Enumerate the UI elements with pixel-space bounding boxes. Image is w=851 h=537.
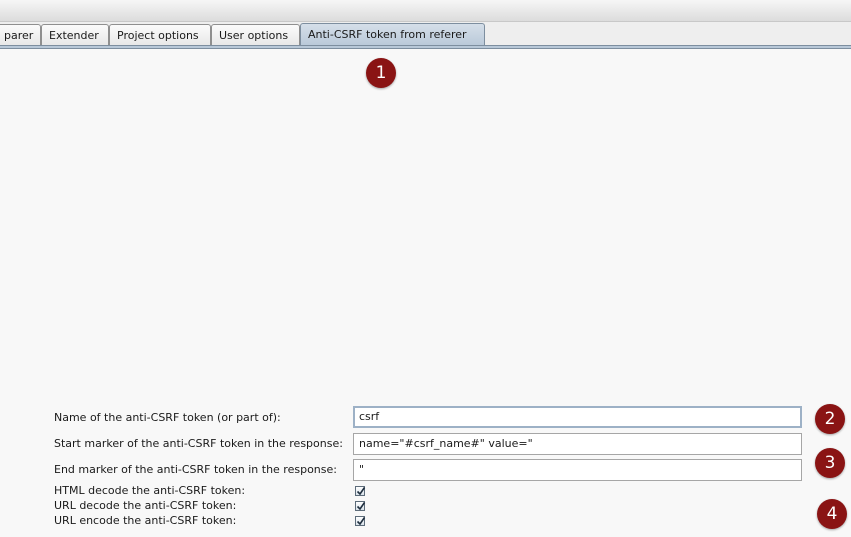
callout-marker-1: 1 (366, 58, 396, 88)
url-encode-label: URL encode the anti-CSRF token: (54, 514, 237, 527)
html-decode-checkbox[interactable] (355, 486, 366, 496)
tab-label: Extender (49, 29, 99, 42)
tab-comparer[interactable]: parer (0, 24, 41, 47)
start-marker-label: Start marker of the anti-CSRF token in t… (54, 437, 343, 450)
url-encode-checkbox[interactable] (355, 516, 366, 526)
tab-content-border (0, 45, 851, 49)
checkmark-icon (356, 517, 366, 526)
checkmark-icon (356, 487, 366, 496)
token-name-label: Name of the anti-CSRF token (or part of)… (54, 411, 281, 424)
window-title-bar (0, 0, 851, 22)
token-name-field[interactable]: csrf (353, 406, 802, 428)
tab-anti-csrf-token-from-referer[interactable]: Anti-CSRF token from referer (300, 23, 485, 47)
callout-marker-3: 3 (815, 448, 845, 478)
html-decode-label: HTML decode the anti-CSRF token: (54, 484, 246, 497)
start-marker-field[interactable]: name="#csrf_name#" value=" (353, 433, 802, 455)
end-marker-label: End marker of the anti-CSRF token in the… (54, 463, 337, 476)
callout-marker-4: 4 (817, 499, 847, 529)
url-decode-checkbox[interactable] (355, 501, 366, 511)
end-marker-field[interactable]: " (353, 459, 802, 481)
url-decode-label: URL decode the anti-CSRF token: (54, 499, 237, 512)
checkmark-icon (356, 502, 366, 511)
tab-label: User options (219, 29, 289, 42)
tab-label: Anti-CSRF token from referer (308, 28, 467, 41)
tab-label: parer (4, 29, 34, 42)
tab-project-options[interactable]: Project options (109, 24, 211, 47)
tab-label: Project options (117, 29, 199, 42)
callout-marker-2: 2 (815, 404, 845, 434)
tab-extender[interactable]: Extender (41, 24, 109, 47)
tab-user-options[interactable]: User options (211, 24, 300, 47)
